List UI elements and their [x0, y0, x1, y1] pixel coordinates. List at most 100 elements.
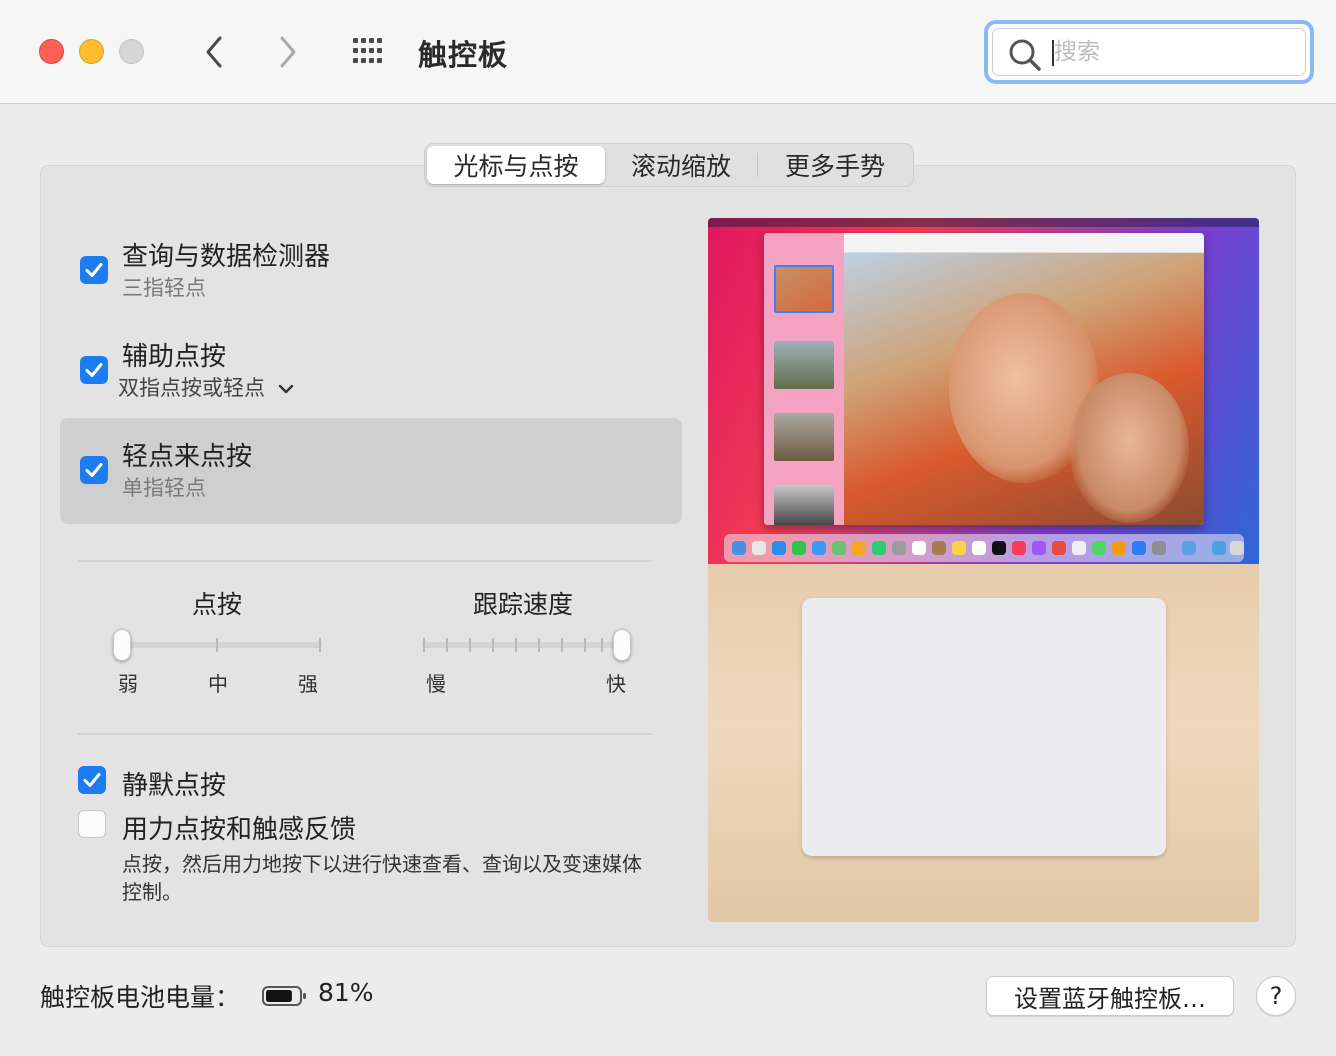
- tracking-slider-tick: [584, 638, 586, 652]
- tracking-slider-tick: [561, 638, 563, 652]
- dock-icon: [812, 541, 826, 555]
- dock-icon: [932, 541, 946, 555]
- tracking-slider-tick: [492, 638, 494, 652]
- preview-thumbnail: [774, 341, 834, 389]
- dock-icon: [1132, 541, 1146, 555]
- preview-toolbar: [844, 233, 1204, 253]
- preview-trackpad: [802, 598, 1166, 856]
- battery-value: 81%: [318, 978, 374, 1007]
- dock-icon: [952, 541, 966, 555]
- dock-icon: [1092, 541, 1106, 555]
- battery-label: 触控板电池电量：: [40, 983, 241, 1012]
- grid-icon: [353, 38, 382, 63]
- checkmark-icon: [85, 263, 103, 277]
- preview-desk: [708, 564, 1259, 922]
- dock-icon: [892, 541, 906, 555]
- dock-icon: [832, 541, 846, 555]
- lookup-subtitle: 三指轻点: [122, 276, 206, 300]
- tracking-slider-tick: [423, 638, 425, 652]
- tracking-slider-tick: [469, 638, 471, 652]
- lookup-title[interactable]: 查询与数据检测器: [122, 236, 330, 273]
- title-bar: 触控板: [0, 0, 1336, 104]
- force-click-title[interactable]: 用力点按和触感反馈: [122, 809, 356, 846]
- click-slider-knob[interactable]: [113, 629, 131, 661]
- search-field[interactable]: [984, 20, 1314, 84]
- dock-icon: [732, 541, 746, 555]
- silent-click-title[interactable]: 静默点按: [122, 765, 226, 802]
- show-all-button[interactable]: [350, 34, 390, 70]
- dock-icon: [1112, 541, 1126, 555]
- gesture-preview: [708, 218, 1259, 922]
- dock-icon: [1012, 541, 1026, 555]
- dock-icon: [792, 541, 806, 555]
- search-input[interactable]: [1054, 34, 1294, 70]
- preview-menubar: [708, 218, 1259, 227]
- dock-icon: [1032, 541, 1046, 555]
- tracking-slider-tick: [601, 638, 603, 652]
- dock-icon: [752, 541, 766, 555]
- tab-bar: 光标与点按 滚动缩放 更多手势: [424, 143, 914, 187]
- click-label-weak: 弱: [118, 672, 138, 696]
- dock-icon: [772, 541, 786, 555]
- secondary-click-title[interactable]: 辅助点按: [122, 336, 226, 373]
- lookup-checkbox[interactable]: [80, 256, 108, 284]
- checkmark-icon: [85, 363, 103, 377]
- tracking-slider-title: 跟踪速度: [473, 590, 574, 619]
- dock-icon: [1052, 541, 1066, 555]
- click-slider-title: 点按: [192, 590, 243, 619]
- divider: [78, 733, 652, 735]
- search-icon: [1009, 39, 1041, 71]
- tracking-slider-tick: [515, 638, 517, 652]
- forward-button[interactable]: [268, 30, 308, 74]
- preview-photo: [844, 253, 1204, 525]
- click-slider-tick: [319, 638, 321, 652]
- preview-thumbnail: [774, 265, 834, 313]
- dock-icon: [1212, 541, 1226, 555]
- preview-photo-detail: [1069, 373, 1189, 523]
- checkmark-icon: [85, 463, 103, 477]
- silent-click-checkbox[interactable]: [78, 766, 106, 794]
- preview-app-window: [764, 233, 1204, 525]
- secondary-click-value: 双指点按或轻点: [118, 376, 265, 400]
- tracking-slider-track[interactable]: [422, 642, 628, 648]
- force-click-checkbox[interactable]: [78, 810, 106, 838]
- tap-to-click-title[interactable]: 轻点来点按: [122, 436, 252, 473]
- secondary-click-popup[interactable]: 双指点按或轻点: [118, 372, 294, 402]
- minimize-icon[interactable]: [79, 39, 104, 64]
- dock-icon: [1230, 541, 1244, 555]
- preview-screen: [708, 218, 1259, 564]
- click-slider-track[interactable]: [120, 642, 322, 648]
- tap-to-click-subtitle: 单指轻点: [122, 476, 206, 500]
- dock-icon: [1152, 541, 1166, 555]
- preview-dock: [724, 534, 1244, 562]
- preview-thumbnail: [774, 413, 834, 461]
- dock-icon: [912, 541, 926, 555]
- tracking-label-slow: 慢: [426, 672, 446, 696]
- chevron-down-icon: [278, 384, 293, 394]
- click-label-medium: 中: [208, 672, 228, 696]
- click-label-strong: 强: [298, 672, 318, 696]
- setup-bluetooth-trackpad-button[interactable]: 设置蓝牙触控板…: [986, 976, 1234, 1016]
- dock-icon: [852, 541, 866, 555]
- back-button[interactable]: [194, 30, 234, 74]
- window-title: 触控板: [418, 38, 509, 72]
- preview-sidebar: [764, 233, 844, 525]
- secondary-click-checkbox[interactable]: [80, 356, 108, 384]
- tracking-label-fast: 快: [606, 672, 626, 696]
- tracking-slider-knob[interactable]: [613, 629, 631, 661]
- chevron-right-icon: [280, 36, 296, 68]
- tab-scroll-and-zoom[interactable]: 滚动缩放: [605, 146, 757, 184]
- checkmark-icon: [83, 773, 101, 787]
- dock-icon: [972, 541, 986, 555]
- close-icon[interactable]: [39, 39, 64, 64]
- dock-icon: [992, 541, 1006, 555]
- tab-more-gestures[interactable]: 更多手势: [758, 146, 912, 184]
- dock-icon: [872, 541, 886, 555]
- tap-to-click-checkbox[interactable]: [80, 456, 108, 484]
- preview-thumbnail: [774, 485, 834, 525]
- help-button[interactable]: ?: [1256, 976, 1296, 1016]
- battery-icon: [262, 986, 306, 1006]
- dock-icon: [1072, 541, 1086, 555]
- tab-point-and-click[interactable]: 光标与点按: [427, 146, 605, 184]
- zoom-icon: [119, 39, 144, 64]
